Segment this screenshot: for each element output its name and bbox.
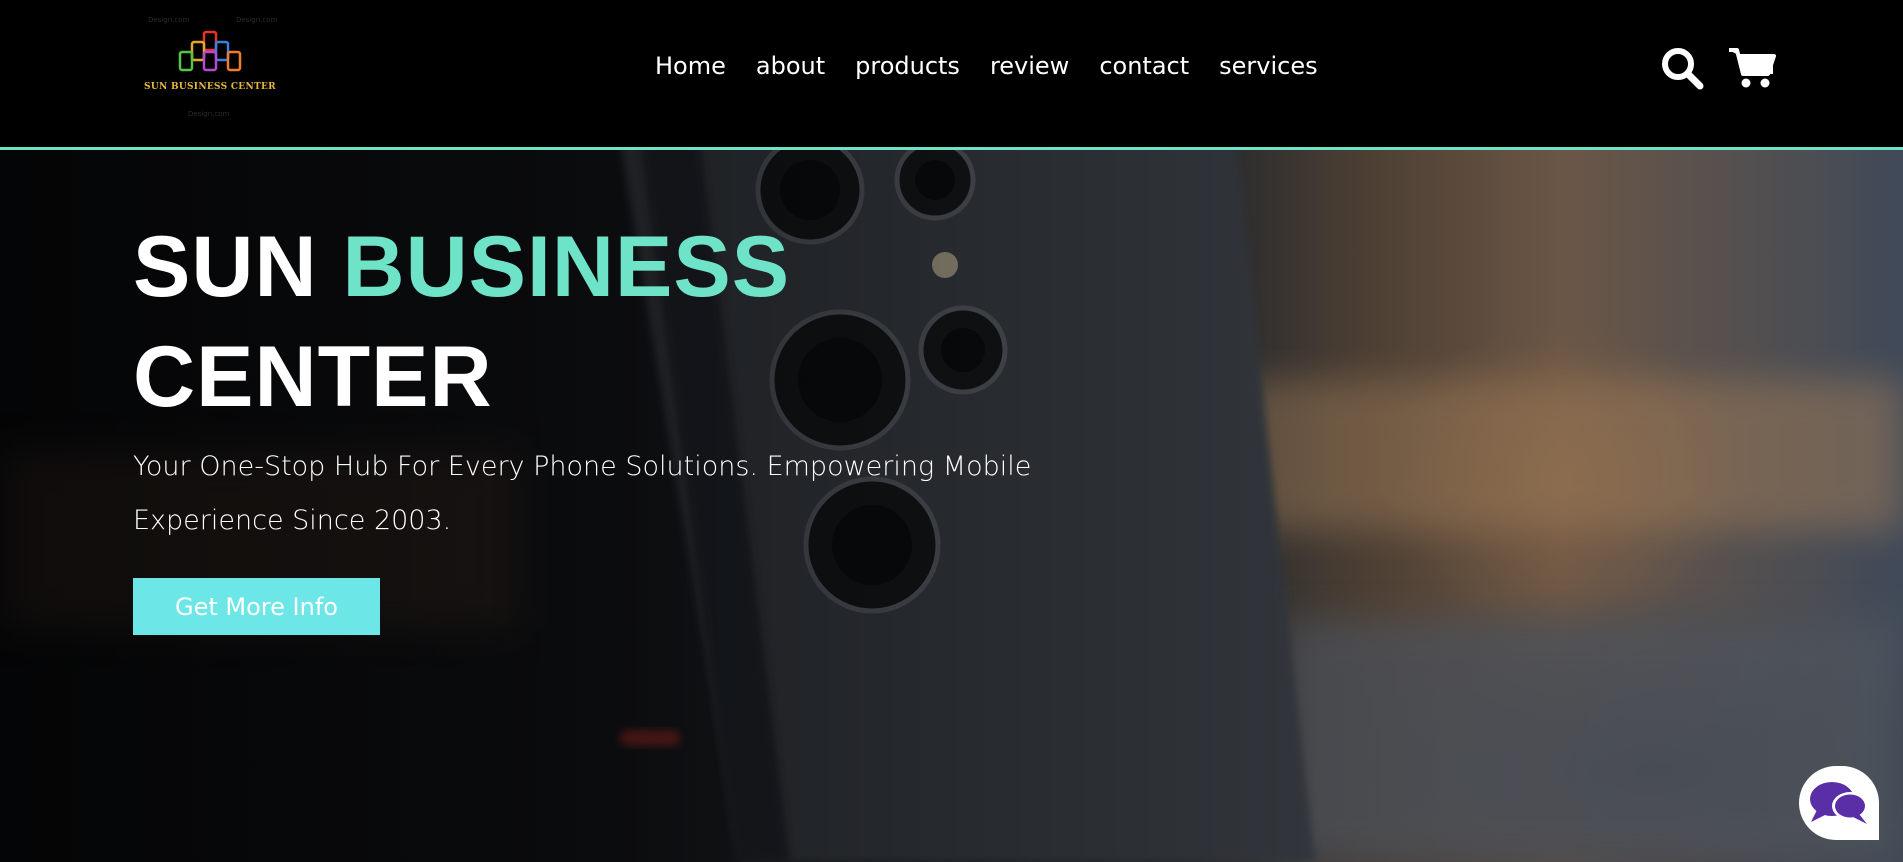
hero-subtitle: Your One-Stop Hub For Every Phone Soluti… xyxy=(133,451,1032,536)
hero-title-accent: BUSINESS xyxy=(342,219,791,315)
search-icon[interactable] xyxy=(1660,46,1704,90)
chat-widget-button[interactable] xyxy=(1799,766,1879,840)
logo-brand-text: SUN BUSINESS CENTER xyxy=(144,82,276,92)
main-nav: Home about products review contact servi… xyxy=(655,52,1318,80)
hero-title: SUN BUSINESS CENTER xyxy=(133,212,790,432)
logo-watermark: Design.com xyxy=(188,110,230,118)
logo[interactable]: Design.com Design.com Design.com SUN BUS… xyxy=(130,12,290,122)
site-header: Design.com Design.com Design.com SUN BUS… xyxy=(0,0,1903,150)
nav-review[interactable]: review xyxy=(990,52,1069,80)
nav-about[interactable]: about xyxy=(756,52,825,80)
chat-icon xyxy=(1810,782,1868,824)
phone-cluster-icon xyxy=(178,30,242,72)
hero-section: SUN BUSINESS CENTER Your One-Stop Hub Fo… xyxy=(0,150,1903,862)
get-more-info-button[interactable]: Get More Info xyxy=(133,578,380,635)
cart-icon[interactable] xyxy=(1728,46,1776,90)
nav-products[interactable]: products xyxy=(855,52,960,80)
nav-services[interactable]: services xyxy=(1219,52,1317,80)
nav-home[interactable]: Home xyxy=(655,52,726,80)
nav-contact[interactable]: contact xyxy=(1099,52,1189,80)
hero-title-part1: SUN xyxy=(133,219,343,315)
hero-title-part2: CENTER xyxy=(133,329,493,425)
